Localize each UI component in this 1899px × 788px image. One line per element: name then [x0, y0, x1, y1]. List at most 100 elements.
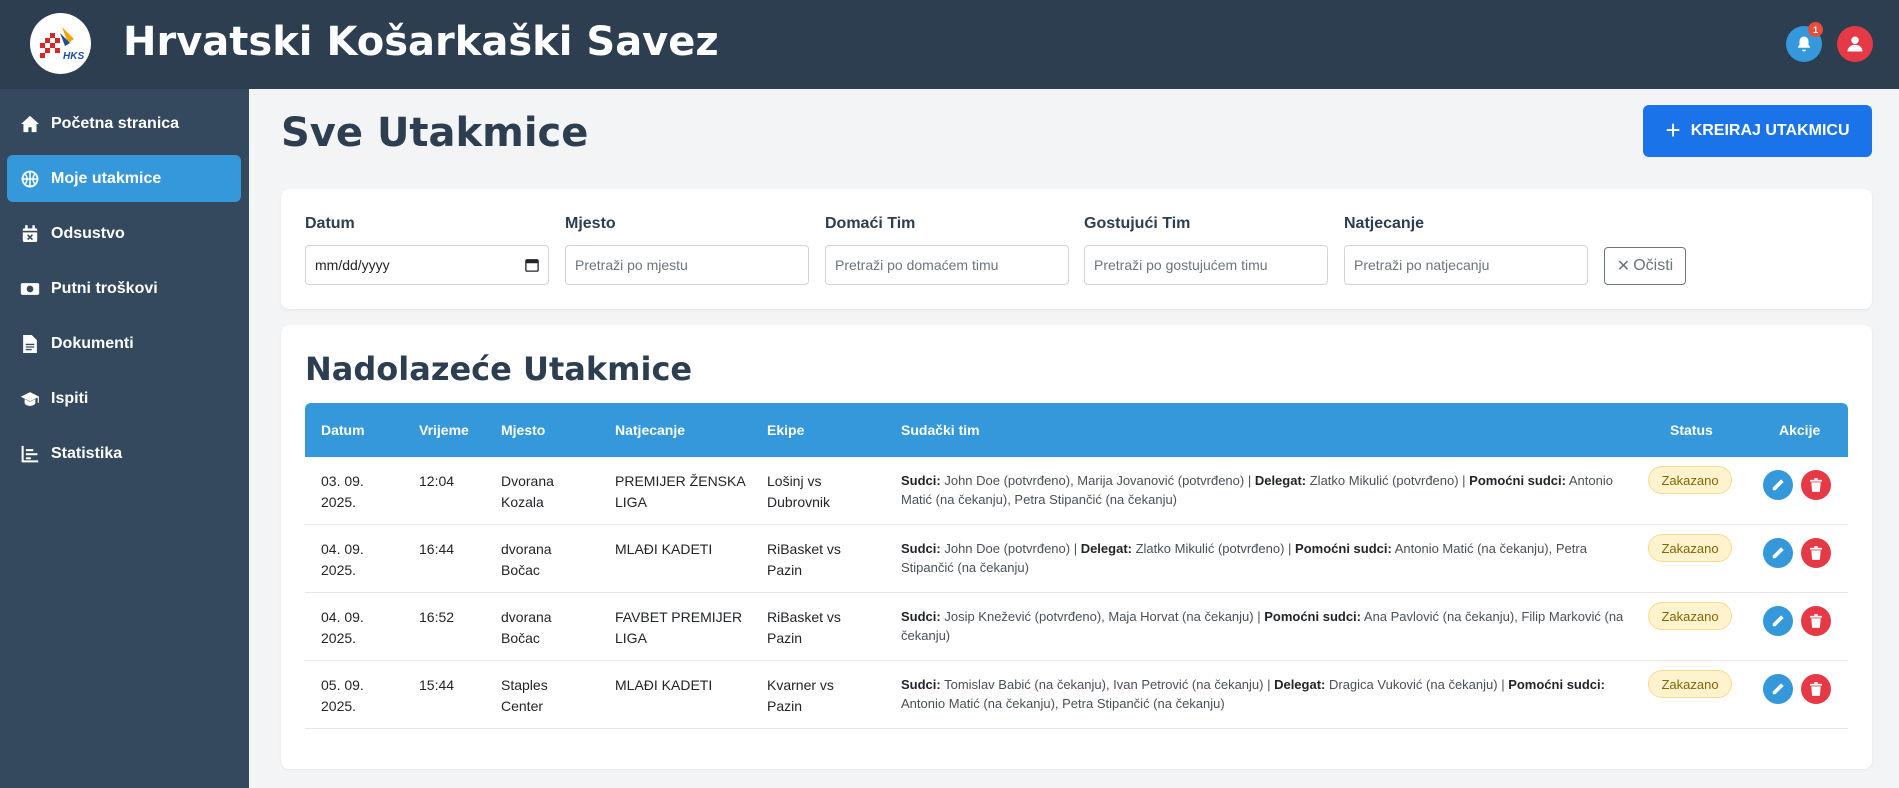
sidebar-item-absence[interactable]: Odsustvo — [7, 210, 241, 257]
column-header[interactable]: Ekipe — [767, 403, 804, 457]
svg-text:HKS: HKS — [63, 51, 84, 62]
referee-team-cell: Sudci: Josip Knežević (potvrđeno), Maja … — [901, 609, 1624, 643]
date-filter-label: Datum — [305, 215, 355, 232]
money-icon — [20, 279, 40, 299]
edit-button[interactable] — [1763, 470, 1793, 500]
filter-panel: Datum mm/dd/yyyy Mjesto Pretraži po mjes… — [281, 189, 1872, 309]
top-bar: HKS Hrvatski Košarkaški Savez 1 — [0, 0, 1899, 89]
sidebar-item-label: Moje utakmice — [51, 170, 162, 187]
sidebar-item-label: Putni troškovi — [51, 280, 158, 297]
competition-cell: FAVBET PREMIJER LIGA — [615, 609, 743, 646]
sidebar-item-label: Dokumenti — [51, 335, 134, 352]
section-title: Nadolazeće Utakmice — [305, 350, 693, 388]
sidebar-item-home[interactable]: Početna stranica — [7, 100, 241, 147]
document-icon — [20, 334, 40, 354]
column-header[interactable]: Datum — [321, 403, 365, 457]
create-match-label: KREIRAJ UTAKMICU — [1690, 122, 1850, 139]
column-header[interactable]: Vrijeme — [419, 403, 469, 457]
pencil-icon — [1772, 683, 1784, 695]
table-row[interactable]: 04. 09. 2025. 16:52 dvorana Bočac FAVBET P… — [305, 593, 1848, 661]
sidebar-item-exams[interactable]: Ispiti — [7, 375, 241, 422]
trash-icon — [1810, 682, 1822, 696]
bell-icon — [1798, 36, 1810, 52]
sidebar-item-documents[interactable]: Dokumenti — [7, 320, 241, 367]
delete-button[interactable] — [1801, 606, 1831, 636]
date-cell: 05. 09. 2025. — [321, 677, 364, 714]
table-row[interactable]: 03. 09. 2025. 12:04 Dvorana Kozala PREMIJE… — [305, 457, 1848, 525]
teams-cell: Kvarner vs Pazin — [767, 677, 834, 714]
pencil-icon — [1772, 479, 1784, 491]
column-header[interactable]: Mjesto — [501, 403, 545, 457]
column-header[interactable]: Sudački tim — [901, 403, 980, 457]
table-row[interactable]: 05. 09. 2025. 15:44 Staples Center MLAĐI K… — [305, 661, 1848, 729]
delete-button[interactable] — [1801, 470, 1831, 500]
date-cell: 04. 09. 2025. — [321, 609, 364, 646]
column-header[interactable]: Status — [1670, 403, 1713, 457]
time-cell: 16:44 — [419, 541, 455, 557]
home-team-filter-input[interactable]: Pretraži po domaćem timu — [825, 245, 1069, 285]
competition-cell: PREMIJER ŽENSKA LIGA — [615, 473, 746, 510]
teams-cell: RiBasket vs Pazin — [767, 609, 841, 646]
status-badge: Zakazano — [1648, 534, 1732, 562]
referee-team-cell: Sudci: Tomislav Babić (na čekanju), Ivan… — [901, 677, 1605, 711]
table-header: Datum Vrijeme Mjesto Natjecanje Ekipe Su… — [305, 403, 1848, 457]
page-title: Sve Utakmice — [281, 110, 589, 156]
place-filter-label: Mjesto — [565, 215, 616, 232]
place-cell: Dvorana Kozala — [501, 473, 554, 510]
upcoming-matches-panel: Nadolazeće Utakmice Datum Vrijeme Mjesto… — [281, 325, 1872, 769]
status-badge: Zakazano — [1648, 670, 1732, 698]
basketball-icon — [20, 169, 40, 189]
away-team-filter-input[interactable]: Pretraži po gostujućem timu — [1084, 245, 1328, 285]
trash-icon — [1810, 546, 1822, 560]
table-body: 03. 09. 2025. 12:04 Dvorana Kozala PREMIJE… — [305, 457, 1848, 729]
user-menu-button[interactable] — [1837, 26, 1873, 62]
place-cell: dvorana Bočac — [501, 609, 552, 646]
status-badge: Zakazano — [1648, 602, 1732, 630]
time-cell: 15:44 — [419, 677, 455, 693]
competition-cell: MLAĐI KADETI — [615, 541, 713, 557]
notification-badge: 1 — [1808, 22, 1823, 37]
plus-icon: + — [1665, 114, 1681, 145]
column-header: Akcije — [1779, 422, 1821, 438]
column-header[interactable]: Natjecanje — [615, 403, 685, 457]
trash-icon — [1810, 478, 1822, 492]
away-team-filter-label: Gostujući Tim — [1084, 215, 1191, 232]
sidebar-item-label: Odsustvo — [51, 225, 125, 242]
time-cell: 16:52 — [419, 609, 455, 625]
sidebar-item-statistics[interactable]: Statistika — [7, 430, 241, 477]
competition-filter-input[interactable]: Pretraži po natjecanju — [1344, 245, 1588, 285]
place-filter-input[interactable]: Pretraži po mjestu — [565, 245, 809, 285]
edit-button[interactable] — [1763, 606, 1793, 636]
sidebar-item-label: Statistika — [51, 445, 123, 462]
time-cell: 12:04 — [419, 473, 455, 489]
sidebar-item-my-matches[interactable]: Moje utakmice — [7, 155, 241, 202]
date-cell: 04. 09. 2025. — [321, 541, 364, 578]
sidebar: Početna stranica Moje utakmice Odsustvo … — [0, 89, 249, 788]
sidebar-item-label: Ispiti — [51, 390, 89, 407]
delete-button[interactable] — [1801, 674, 1831, 704]
trash-icon — [1810, 614, 1822, 628]
hks-logo[interactable]: HKS — [30, 13, 91, 74]
date-filter-input[interactable]: mm/dd/yyyy — [305, 245, 549, 285]
home-icon — [20, 114, 40, 134]
clear-filters-label: Očisti — [1633, 257, 1674, 274]
edit-button[interactable] — [1763, 538, 1793, 568]
close-icon: ✕ — [1616, 258, 1631, 275]
user-icon — [1847, 36, 1863, 52]
edit-button[interactable] — [1763, 674, 1793, 704]
sidebar-item-label: Početna stranica — [51, 115, 180, 132]
teams-cell: Lošinj vs Dubrovnik — [767, 473, 831, 510]
sidebar-item-travel-costs[interactable]: Putni troškovi — [7, 265, 241, 312]
competition-filter-label: Natjecanje — [1344, 215, 1425, 232]
graduation-cap-icon — [20, 389, 40, 409]
create-match-button[interactable]: + KREIRAJ UTAKMICU — [1643, 105, 1872, 157]
pencil-icon — [1772, 615, 1784, 627]
app-title: Hrvatski Košarkaški Savez — [123, 19, 719, 65]
clear-filters-button[interactable]: ✕ Očisti — [1604, 247, 1686, 285]
table-row[interactable]: 04. 09. 2025. 16:44 dvorana Bočac MLAĐI KA… — [305, 525, 1848, 593]
competition-cell: MLAĐI KADETI — [615, 677, 713, 693]
referee-team-cell: Sudci: John Doe (potvrđeno), Marija Jova… — [901, 473, 1613, 507]
calendar-x-icon — [20, 224, 40, 244]
place-cell: dvorana Bočac — [501, 541, 552, 578]
delete-button[interactable] — [1801, 538, 1831, 568]
